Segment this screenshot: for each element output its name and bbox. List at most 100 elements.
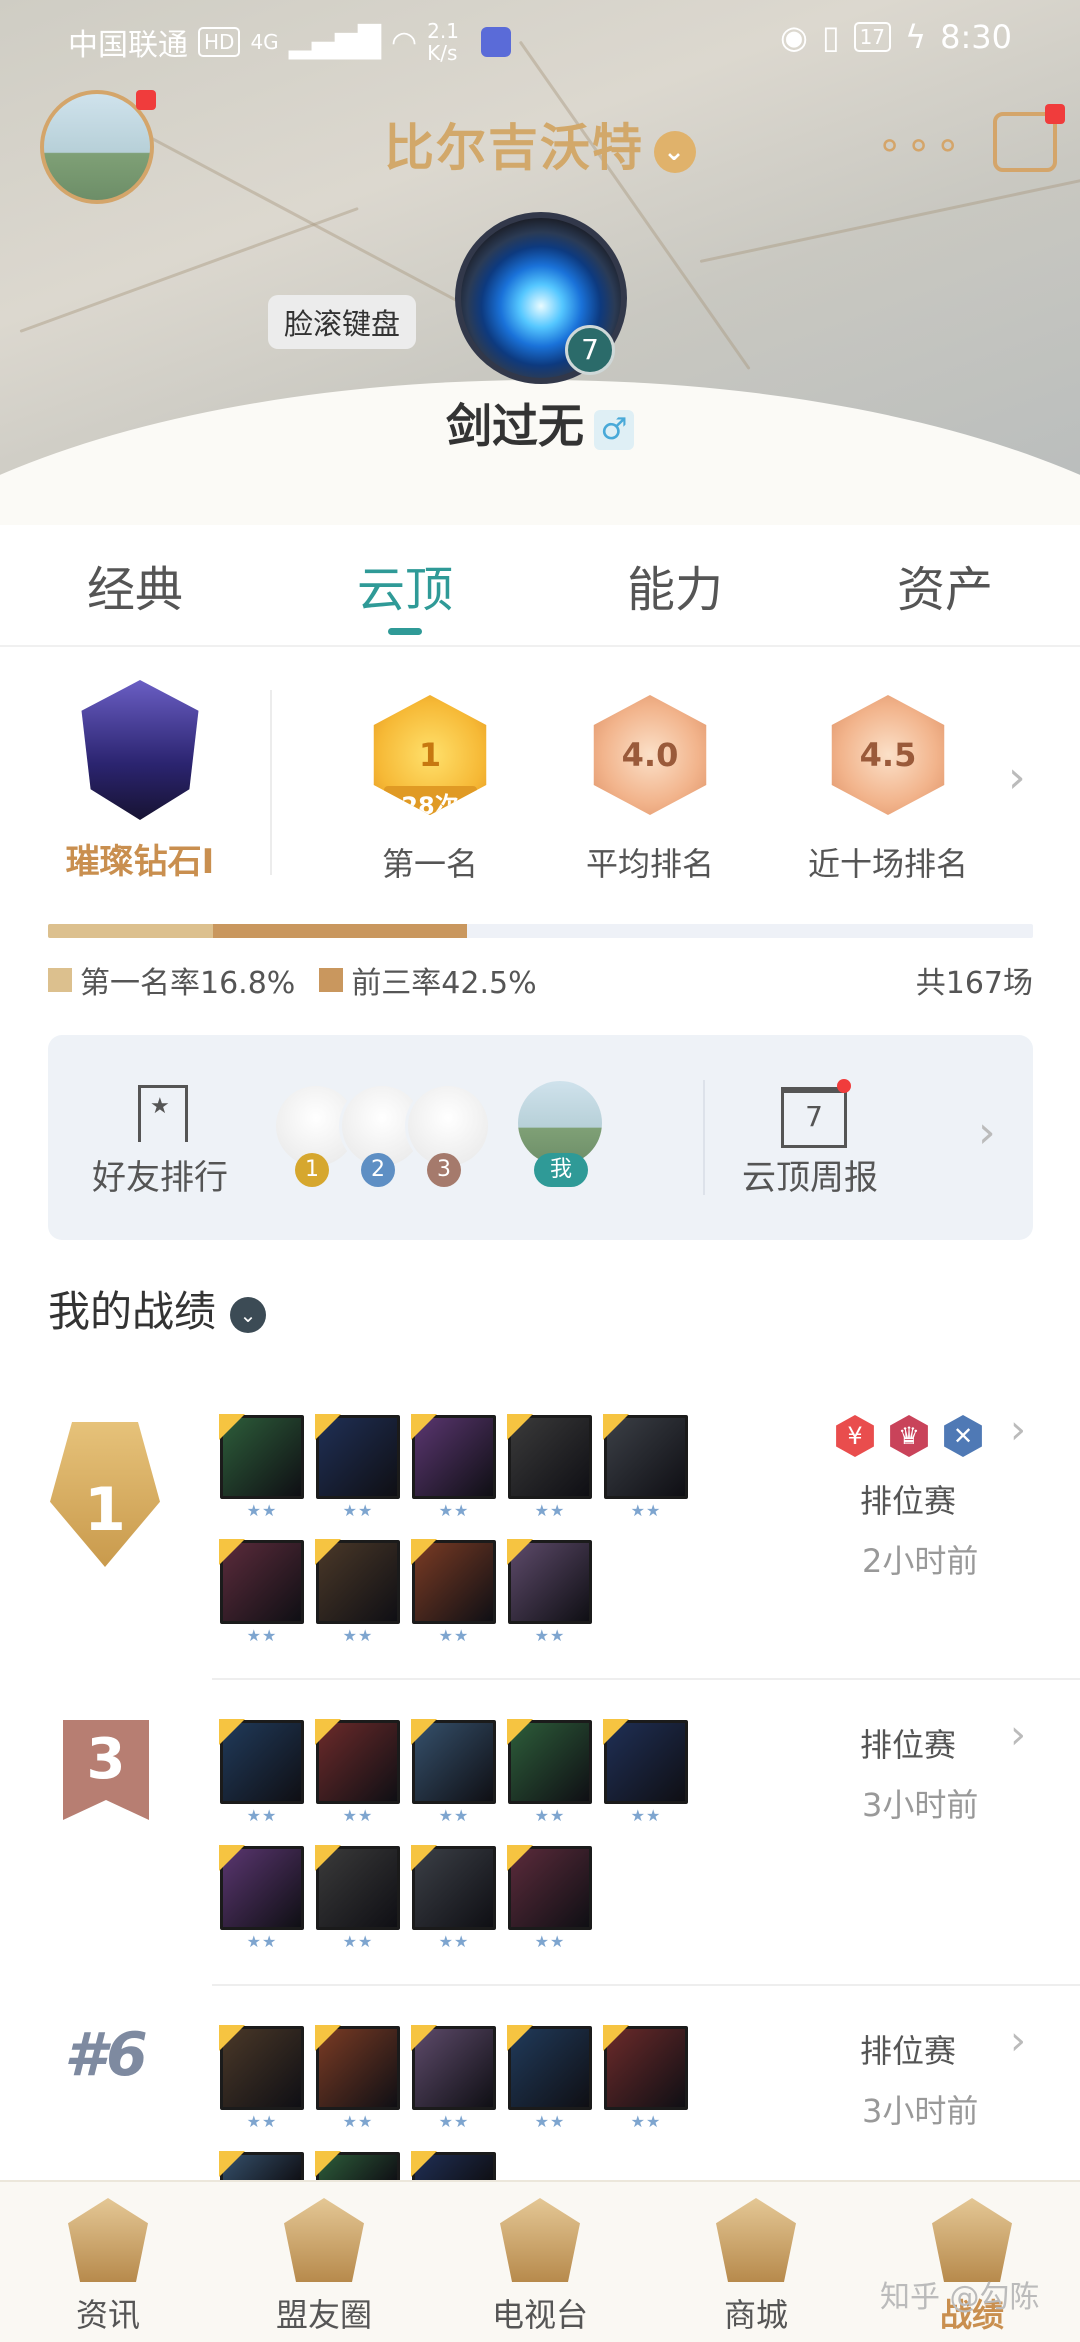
friend-rank-badge: 1 — [295, 1153, 329, 1187]
champion-unit[interactable]: ★★ — [220, 1540, 304, 1645]
first-rate-swatch — [48, 968, 72, 992]
champion-unit[interactable]: ★★ — [220, 1720, 304, 1825]
third-place-ribbon-icon: 3 — [63, 1720, 149, 1820]
star-level-icon: ★★ — [630, 1501, 662, 1520]
friend-ranking-card[interactable]: 好友排行 1 2 3 我 7 云顶周报 › — [48, 1035, 1033, 1240]
divider — [212, 1984, 1080, 1986]
champion-unit[interactable]: ★★ — [412, 1720, 496, 1825]
champion-unit[interactable]: ★★ — [316, 2026, 400, 2131]
champion-unit[interactable]: ★★ — [412, 1415, 496, 1520]
chevron-down-icon[interactable]: ⌄ — [230, 1296, 267, 1333]
chevron-down-icon[interactable]: ⌄ — [654, 130, 696, 173]
signal-icon: ▂▄▆█ — [288, 24, 381, 60]
my-records-title[interactable]: 我的战绩 ⌄ — [48, 1278, 267, 1339]
tab-ability[interactable]: 能力 — [540, 540, 810, 645]
star-level-icon: ★★ — [438, 1932, 470, 1951]
champion-unit[interactable]: ★★ — [220, 2026, 304, 2131]
nav-tv[interactable]: 电视台 — [432, 2182, 648, 2342]
champion-portrait-icon — [412, 1540, 496, 1624]
notification-dot — [837, 1079, 851, 1093]
bronze-medal-icon: 4.0 — [593, 695, 707, 815]
divider — [212, 1678, 1080, 1680]
match-time: 3小时前 — [862, 2092, 979, 2130]
champion-unit[interactable]: ★★ — [412, 1540, 496, 1645]
weekly-report-label[interactable]: 云顶周报 — [742, 1150, 878, 1199]
star-level-icon: ★★ — [342, 2112, 374, 2131]
first-rate-fill — [48, 924, 214, 938]
chevron-right-icon[interactable]: › — [1008, 752, 1026, 803]
top3-rate-swatch — [319, 968, 344, 992]
champion-unit[interactable]: ★★ — [220, 1415, 304, 1520]
chevron-right-icon[interactable]: › — [1010, 1407, 1026, 1453]
champion-unit[interactable]: ★★ — [604, 2026, 688, 2131]
champion-unit[interactable]: ★★ — [604, 1720, 688, 1825]
rate-progress-bar — [48, 924, 1033, 938]
nav-store[interactable]: 商城 — [648, 2182, 864, 2342]
chat-icon[interactable] — [993, 104, 1065, 172]
wifi-icon: ◠ — [390, 24, 418, 60]
clock: 8:30 — [940, 18, 1012, 56]
champion-unit[interactable]: ★★ — [316, 1720, 400, 1825]
tab-assets[interactable]: 资产 — [810, 540, 1080, 645]
trait-icon: ✕ — [944, 1415, 982, 1457]
male-icon: ♂ — [594, 409, 634, 450]
champion-unit[interactable]: ★★ — [316, 1846, 400, 1951]
champion-portrait-icon — [604, 2026, 688, 2110]
champion-portrait-icon — [604, 1415, 688, 1499]
medal-label: 第一名 — [381, 845, 478, 883]
calendar-icon: 7 — [781, 1087, 847, 1148]
star-level-icon: ★★ — [534, 1501, 566, 1520]
carrier-label: 中国联通 — [68, 28, 188, 63]
champion-unit[interactable]: ★★ — [412, 2026, 496, 2131]
champion-portrait-icon — [604, 1720, 688, 1804]
champion-unit[interactable]: ★★ — [508, 2026, 592, 2131]
star-level-icon: ★★ — [342, 1806, 374, 1825]
bookmark-star-icon — [138, 1085, 188, 1142]
champion-unit[interactable]: ★★ — [316, 1540, 400, 1645]
champion-unit[interactable]: ★★ — [508, 1540, 592, 1645]
champion-unit[interactable]: ★★ — [508, 1415, 592, 1520]
champion-unit[interactable]: ★★ — [412, 1846, 496, 1951]
champion-portrait-icon — [220, 1720, 304, 1804]
champion-unit[interactable]: ★★ — [316, 1415, 400, 1520]
champion-unit[interactable]: ★★ — [508, 1720, 592, 1825]
medal-label: 近十场排名 — [808, 845, 969, 883]
top3-rate-fill — [213, 924, 467, 938]
nav-news[interactable]: 资讯 — [0, 2182, 216, 2342]
friend-rank-badge: 2 — [361, 1153, 395, 1187]
star-level-icon: ★★ — [630, 1806, 662, 1825]
nav-label: 电视台 — [491, 2296, 588, 2334]
nav-friends-circle[interactable]: 盟友圈 — [216, 2182, 432, 2342]
more-icon[interactable]: ∘∘∘ — [877, 122, 964, 168]
tab-classic[interactable]: 经典 — [0, 540, 270, 645]
bronze-medal-icon: 4.5 — [831, 695, 945, 815]
first-place-flag-icon: 1 — [50, 1422, 160, 1567]
champion-portrait-icon — [508, 1540, 592, 1624]
champion-unit[interactable]: ★★ — [508, 1846, 592, 1951]
chevron-right-icon[interactable]: › — [1010, 2018, 1026, 2064]
champion-unit[interactable]: ★★ — [220, 1846, 304, 1951]
divider — [703, 1080, 705, 1195]
chevron-right-icon[interactable]: › — [1010, 1712, 1026, 1758]
bottom-nav: 资讯 盟友圈 电视台 商城 战绩 — [0, 2180, 1080, 2342]
place-badge: #6 — [50, 2020, 162, 2090]
star-level-icon: ★★ — [342, 1626, 374, 1645]
nav-records[interactable]: 战绩 — [864, 2182, 1080, 2342]
champion-portrait-icon — [508, 1846, 592, 1930]
champion-portrait-icon — [412, 1415, 496, 1499]
star-level-icon: ★★ — [342, 1501, 374, 1520]
charging-icon: ϟ — [905, 18, 927, 56]
chevron-right-icon[interactable]: › — [978, 1107, 996, 1158]
star-level-icon: ★★ — [438, 2112, 470, 2131]
medal-value: 4.0 — [621, 736, 679, 774]
champion-unit[interactable]: ★★ — [604, 1415, 688, 1520]
player-tag: 脸滚键盘 — [268, 295, 417, 349]
nav-label: 盟友圈 — [275, 2296, 372, 2334]
champion-portrait-icon — [220, 1846, 304, 1930]
network-label: 4G — [250, 30, 279, 54]
diamond-tier-icon — [81, 680, 199, 820]
level-badge: 7 — [565, 325, 615, 375]
friends-circle-icon — [284, 2198, 364, 2282]
medal-label: 平均排名 — [585, 845, 714, 883]
tab-tft[interactable]: 云顶 — [270, 540, 540, 645]
